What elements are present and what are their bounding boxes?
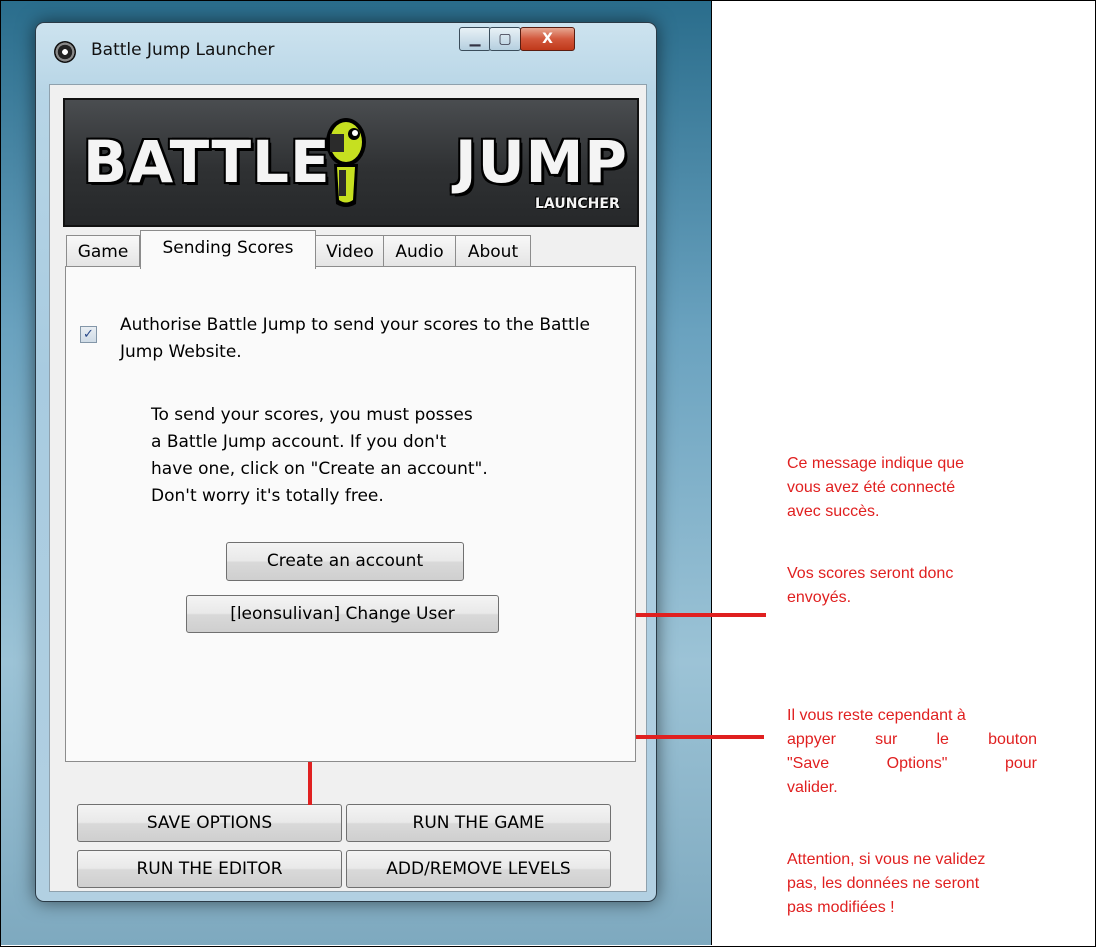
mascot-icon <box>326 118 366 207</box>
annotation-line: pas, les données ne seront <box>787 875 980 892</box>
sending-scores-panel: ✓ Authorise Battle Jump to send your sco… <box>65 266 636 762</box>
annotation-line: vous avez été connecté <box>787 479 956 496</box>
close-button[interactable]: X <box>520 27 575 51</box>
banner-word-jump: JUMP <box>455 128 628 196</box>
annotation-line: "Save Options" pour <box>787 755 1037 772</box>
run-editor-button[interactable]: RUN THE EDITOR <box>77 850 342 888</box>
minimize-button[interactable]: ▁ <box>459 27 491 51</box>
add-remove-levels-button[interactable]: ADD/REMOVE LEVELS <box>346 850 611 888</box>
launcher-window: Battle Jump Launcher ▁ ▢ X BATTLE JUMP L… <box>35 22 657 902</box>
annotation-scores-sent: Vos scores seront donc envoyés. <box>787 562 1057 610</box>
authorise-checkbox[interactable]: ✓ <box>80 326 97 343</box>
authorise-label: Authorise Battle Jump to send your score… <box>120 315 590 362</box>
annotation-save-options: Il vous reste cependant à appyer sur le … <box>787 704 1052 800</box>
annotation-warning: Attention, si vous ne validez pas, les d… <box>787 848 1077 920</box>
annotation-line: envoyés. <box>787 589 852 606</box>
annotation-line: avec succès. <box>787 503 880 520</box>
save-options-button[interactable]: SAVE OPTIONS <box>77 804 342 842</box>
maximize-button[interactable]: ▢ <box>489 27 521 51</box>
info-line: a Battle Jump account. If you don't <box>151 432 447 452</box>
tab-sending-scores[interactable]: Sending Scores <box>140 230 316 269</box>
tab-audio[interactable]: Audio <box>383 235 456 268</box>
annotation-line: Ce message indique que <box>787 455 965 472</box>
tab-game[interactable]: Game <box>66 235 140 268</box>
window-title: Battle Jump Launcher <box>91 40 275 60</box>
window-client-area: BATTLE JUMP LAUNCHER Game Sending Scores… <box>49 84 647 892</box>
annotation-line: pas modifiées ! <box>787 899 895 916</box>
annotation-line: Il vous reste cependant à <box>787 707 966 724</box>
tab-about[interactable]: About <box>455 235 531 268</box>
annotation-line: appyer sur le bouton <box>787 731 1037 748</box>
annotation-line: Vos scores seront donc <box>787 565 954 582</box>
create-account-button[interactable]: Create an account <box>226 542 464 581</box>
info-line: To send your scores, you must posses <box>151 405 473 425</box>
app-icon <box>54 41 76 63</box>
info-line: Don't worry it's totally free. <box>151 486 384 506</box>
annotation-connected-message: Ce message indique que vous avez été con… <box>787 452 1057 524</box>
banner-word-battle: BATTLE <box>83 128 331 196</box>
tab-video[interactable]: Video <box>315 235 385 268</box>
info-line: have one, click on "Create an account". <box>151 459 488 479</box>
battle-jump-logo-banner: BATTLE JUMP LAUNCHER <box>63 98 639 227</box>
change-user-button[interactable]: [leonsulivan] Change User <box>186 595 499 633</box>
banner-subtitle: LAUNCHER <box>535 196 620 212</box>
annotation-line: valider. <box>787 779 838 796</box>
annotation-line: Attention, si vous ne validez <box>787 851 986 868</box>
account-info-text: To send your scores, you must posses a B… <box>151 402 571 510</box>
run-game-button[interactable]: RUN THE GAME <box>346 804 611 842</box>
